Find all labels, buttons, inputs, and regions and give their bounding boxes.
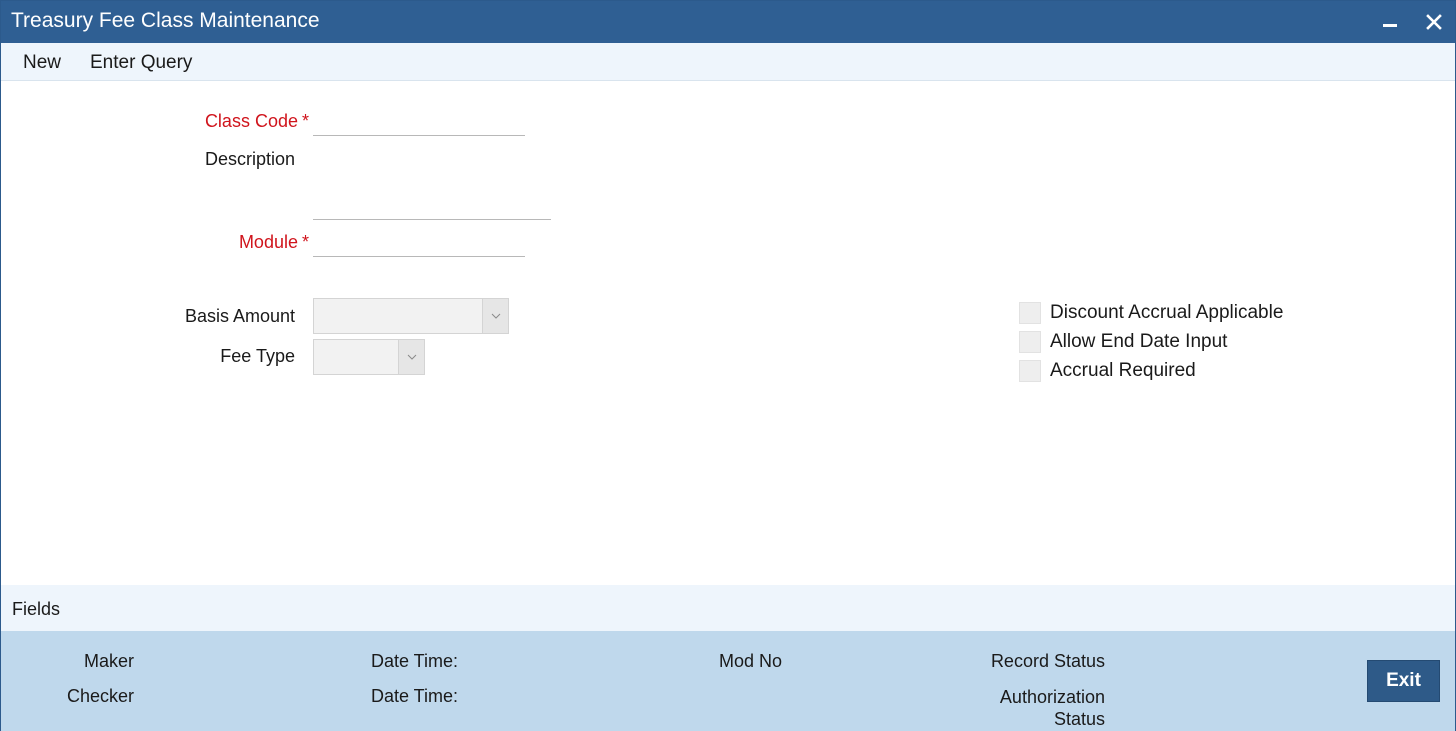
maker-date-time-label: Date Time: [370,651,458,671]
authorization-status-line2: Status [1053,709,1105,729]
maker-label: Maker [83,651,134,671]
module-input[interactable] [313,231,525,257]
module-label: Module [238,232,298,252]
authorization-status-label: Authorization Status [941,686,1105,730]
class-code-input[interactable] [313,110,525,136]
allow-end-date-input-row: Allow End Date Input [1019,331,1227,353]
discount-accrual-applicable-checkbox[interactable] [1019,302,1041,324]
minimize-icon [1383,23,1397,27]
checker-label: Checker [66,686,134,706]
accrual-required-row: Accrual Required [1019,360,1196,382]
class-code-label: Class Code [204,111,298,131]
chevron-down-icon [398,340,424,374]
discount-accrual-applicable-label: Discount Accrual Applicable [1050,302,1284,323]
menu-new[interactable]: New [23,52,61,74]
accrual-required-label: Accrual Required [1050,360,1196,381]
menu-bar: New Enter Query [1,43,1455,81]
audit-footer: Maker Checker Date Time: Date Time: Mod … [1,631,1455,731]
basis-amount-select[interactable] [313,298,509,334]
basis-amount-label: Basis Amount [184,306,295,326]
allow-end-date-input-checkbox[interactable] [1019,331,1041,353]
menu-enter-query[interactable]: Enter Query [90,52,192,74]
chevron-down-icon [482,299,508,333]
module-required-marker: * [301,232,309,252]
minimize-button[interactable] [1375,7,1405,37]
discount-accrual-applicable-row: Discount Accrual Applicable [1019,302,1283,324]
exit-button[interactable]: Exit [1367,660,1440,702]
window-title: Treasury Fee Class Maintenance [11,9,320,32]
description-label: Description [204,149,295,169]
record-status-label: Record Status [990,651,1105,671]
fields-link[interactable]: Fields [12,599,60,620]
checker-date-time-label: Date Time: [370,686,458,706]
treasury-fee-class-window: Treasury Fee Class Maintenance New Enter… [0,0,1456,731]
class-code-label-group: Class Code * [151,111,309,132]
mod-no-label: Mod No [718,651,782,671]
close-icon [1426,14,1442,30]
fee-type-label: Fee Type [220,346,295,366]
authorization-status-line1: Authorization [999,687,1105,707]
description-input[interactable] [313,194,551,220]
fields-bar: Fields [1,585,1455,631]
close-button[interactable] [1419,7,1449,37]
fee-type-select[interactable] [313,339,425,375]
module-label-group: Module * [151,232,309,253]
class-code-required-marker: * [301,111,309,131]
accrual-required-checkbox[interactable] [1019,360,1041,382]
allow-end-date-input-label: Allow End Date Input [1050,331,1228,352]
title-bar: Treasury Fee Class Maintenance [1,1,1455,43]
